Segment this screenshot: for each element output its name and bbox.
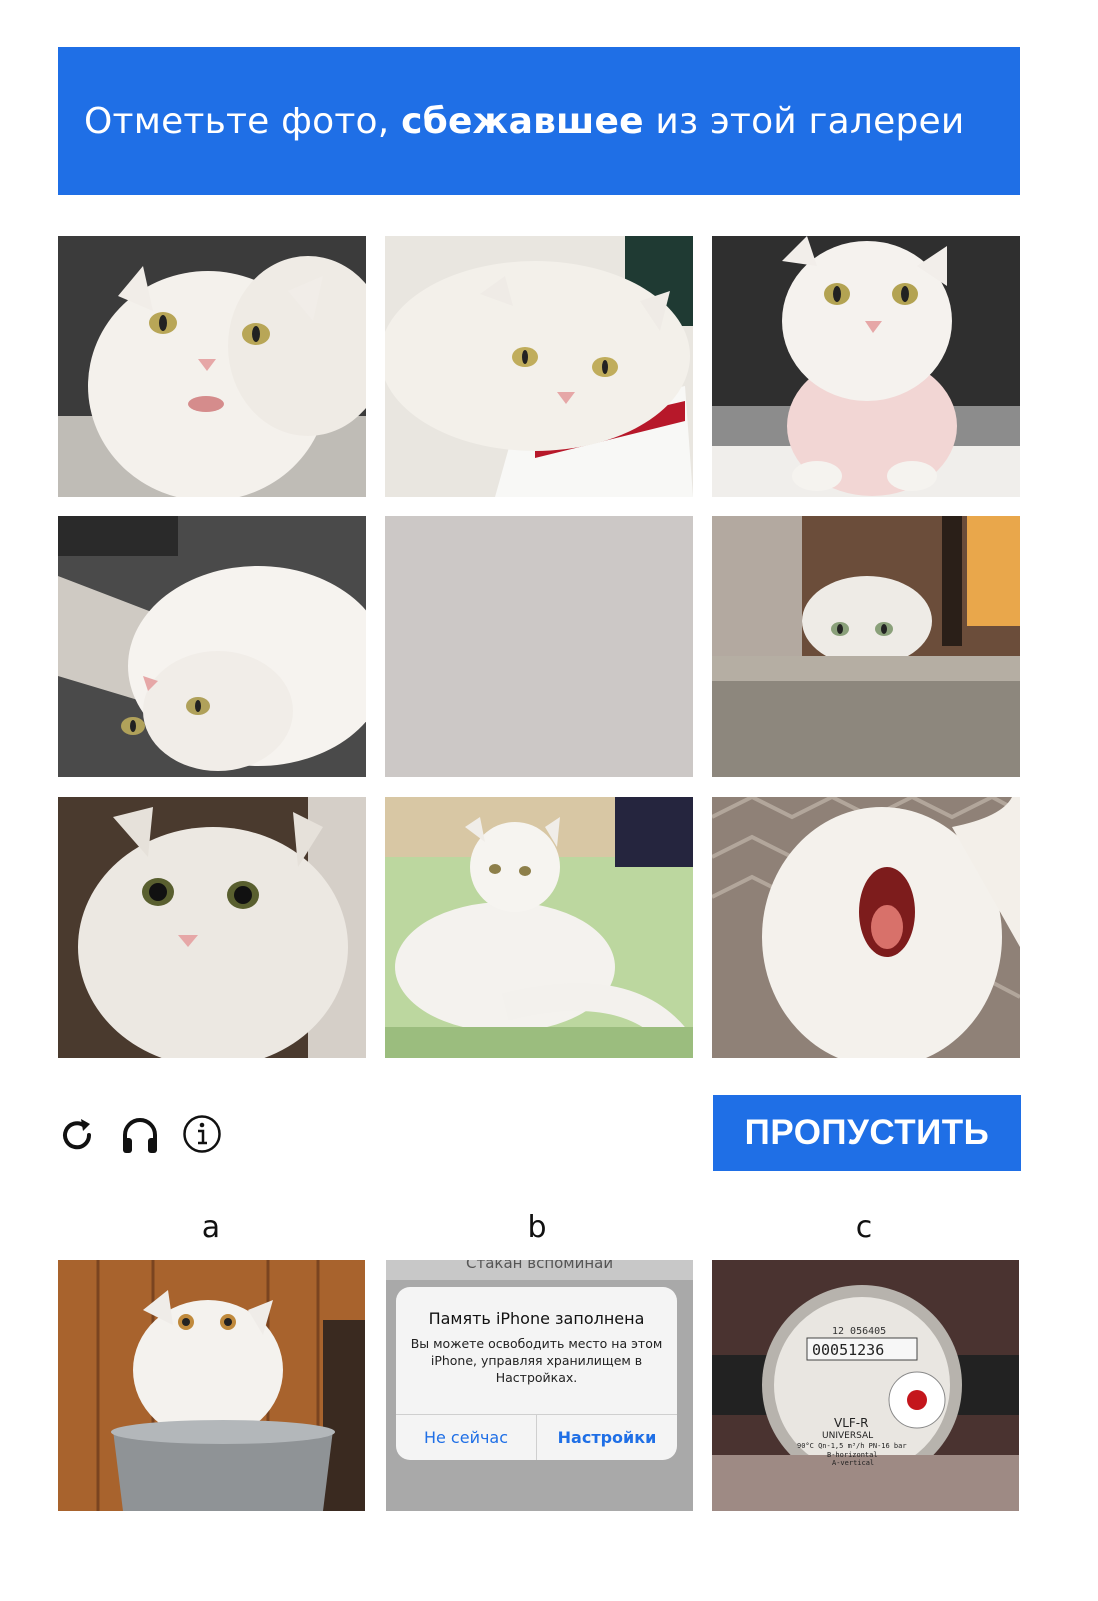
dialog-buttons: Не сейчас Настройки: [396, 1414, 677, 1460]
option-c[interactable]: 12 056405 00051236 VLF-R UNIVERSAL 90°C …: [712, 1260, 1019, 1511]
white-cat-portrait-photo: [58, 797, 366, 1058]
gallery-tile-7[interactable]: [58, 797, 366, 1058]
meter-serial: 12 056405: [832, 1326, 886, 1337]
dialog-message: Вы можете освободить место на этом iPhon…: [410, 1336, 663, 1385]
instruction-emphasis: сбежавшее: [401, 100, 644, 142]
screenshot-topbar: Стакан вспоминай: [386, 1260, 693, 1280]
instruction-suffix: из этой галереи: [643, 100, 965, 142]
option-b[interactable]: Стакан вспоминай Память iPhone заполнена…: [386, 1260, 693, 1511]
headphones-icon[interactable]: [120, 1115, 160, 1155]
gallery-tile-9[interactable]: [712, 797, 1020, 1058]
gallery-tile-3[interactable]: [712, 236, 1020, 497]
meter-spec3: A-vertical: [832, 1459, 874, 1467]
dialog-settings-button: Настройки: [536, 1415, 677, 1460]
gallery-tile-1[interactable]: [58, 236, 366, 497]
white-cat-closeup-photo: [58, 236, 366, 497]
meter-model: VLF-R: [834, 1416, 868, 1430]
meter-brand: UNIVERSAL: [822, 1431, 873, 1441]
water-meter-photo: 12 056405 00051236 VLF-R UNIVERSAL 90°C …: [712, 1260, 1019, 1511]
gallery-tile-8[interactable]: [385, 797, 693, 1058]
white-cat-yawning-photo: [712, 797, 1020, 1058]
instruction-banner: Отметьте фото, сбежавшее из этой галереи: [58, 47, 1020, 195]
white-cat-peeking-photo: [712, 516, 1020, 777]
white-cat-in-bucket-photo: [58, 1260, 365, 1511]
white-cat-on-bed-photo: [385, 797, 693, 1058]
option-a-label: a: [201, 1210, 221, 1245]
gallery-tile-6[interactable]: [712, 516, 1020, 777]
meter-spec2: B-horizontal: [827, 1451, 878, 1459]
white-cat-sitting-photo: [712, 236, 1020, 497]
screenshot-top-text: Стакан вспоминай: [466, 1260, 614, 1272]
option-c-label: c: [855, 1210, 873, 1245]
dialog-title: Память iPhone заполнена: [428, 1309, 645, 1328]
storage-alert-dialog: Память iPhone заполнена Вы можете освобо…: [396, 1287, 677, 1460]
skip-button[interactable]: ПРОПУСТИТЬ: [713, 1095, 1021, 1171]
gallery-tile-5-empty: [385, 516, 693, 777]
refresh-icon[interactable]: [57, 1115, 97, 1155]
gallery-tile-2[interactable]: [385, 236, 693, 497]
info-icon[interactable]: [182, 1114, 222, 1154]
gallery-tile-4[interactable]: [58, 516, 366, 777]
option-a[interactable]: [58, 1260, 365, 1511]
option-b-label: b: [527, 1210, 547, 1245]
white-cat-on-papers-photo: [385, 236, 693, 497]
dialog-not-now-button: Не сейчас: [423, 1428, 509, 1447]
meter-spec: 90°C Qn-1,5 m³/h PN-16 bar: [797, 1442, 907, 1450]
instruction-prefix: Отметьте фото,: [84, 100, 402, 142]
meter-digits: 00051236: [812, 1341, 884, 1359]
white-cat-upside-down-photo: [58, 516, 366, 777]
